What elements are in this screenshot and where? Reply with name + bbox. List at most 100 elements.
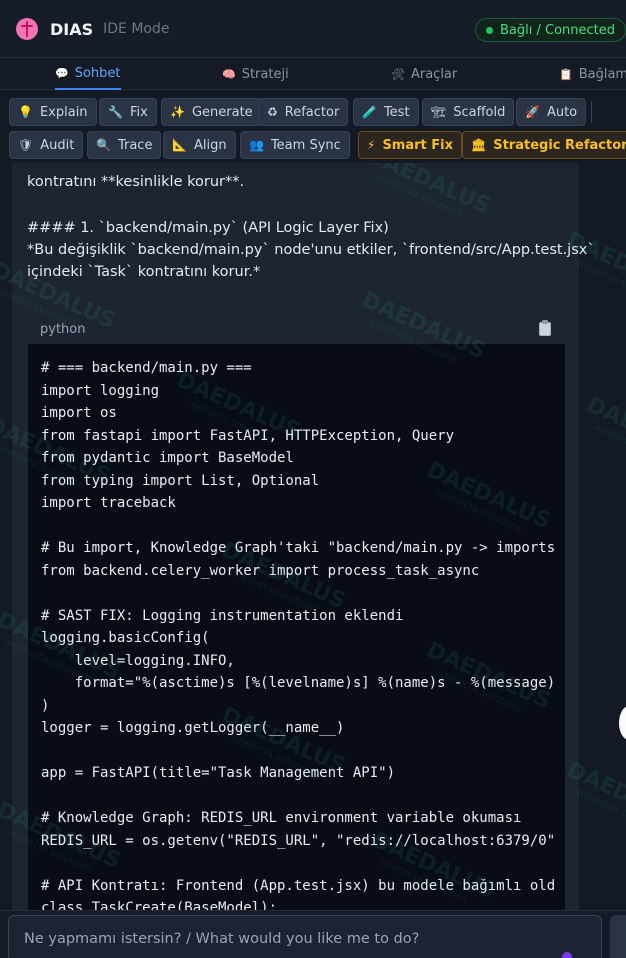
code-line: REDIS_URL = os.getenv("REDIS_URL", "redi… bbox=[41, 832, 556, 849]
scaffold-button[interactable]: 🏗 Scaffold bbox=[422, 98, 515, 126]
smart-fix-button[interactable]: ⚡ Smart Fix bbox=[358, 131, 462, 159]
code-block-header: python bbox=[28, 320, 565, 344]
button-label: Refactor bbox=[284, 104, 340, 120]
app-title: DIAS bbox=[50, 19, 94, 39]
composer bbox=[0, 910, 626, 958]
button-label: Fix bbox=[129, 104, 148, 120]
message-heading: #### 1. `backend/main.py` (API Logic Lay… bbox=[27, 220, 389, 236]
button-label: Generate bbox=[191, 104, 253, 120]
code-line: import os bbox=[41, 405, 117, 421]
chat-bubble-icon: 💬 bbox=[55, 66, 69, 80]
tab-label: Strateji bbox=[241, 66, 289, 82]
button-label: Auto bbox=[546, 104, 578, 120]
test-button[interactable]: 🧪 Test bbox=[353, 98, 419, 126]
code-line: from pydantic import BaseModel bbox=[41, 450, 294, 466]
watermark-sub: intellecta.solutions bbox=[573, 786, 626, 836]
code-line: from typing import List, Optional bbox=[41, 472, 320, 489]
code-line: level=logging.INFO, bbox=[41, 652, 235, 669]
strategic-refactor-button[interactable]: 🏛 Strategic Refactor bbox=[462, 131, 626, 159]
status-dot-icon bbox=[485, 26, 493, 34]
code-line: logger = logging.getLogger(__name__) bbox=[41, 720, 345, 736]
code-language-label: python bbox=[40, 322, 86, 337]
code-line: from fastapi import FastAPI, HTTPExcepti… bbox=[41, 427, 455, 444]
code-line: app = FastAPI(title="Task Management API… bbox=[41, 765, 396, 781]
code-line: from backend.celery_worker import proces… bbox=[41, 562, 480, 579]
audit-button[interactable]: 🛡 Audit bbox=[9, 131, 84, 159]
tab-label: Bağlam bbox=[578, 66, 626, 82]
chat-area[interactable]: kontratını **kesinlikle korur**. #### 1.… bbox=[0, 163, 626, 910]
tab-strateji[interactable]: 🧠 Strateji bbox=[222, 58, 289, 90]
team-sync-button[interactable]: 👥 Team Sync bbox=[240, 131, 350, 159]
tools-icon: 🛠 bbox=[391, 67, 405, 81]
lightning-icon: ⚡ bbox=[367, 138, 376, 152]
code-line: # Bu import, Knowledge Graph'taki "backe… bbox=[41, 540, 556, 556]
brain-icon bbox=[16, 18, 38, 40]
code-line: # SAST FIX: Logging instrumentation ekle… bbox=[41, 607, 404, 624]
recording-indicator-icon bbox=[562, 952, 572, 958]
button-label: Scaffold bbox=[453, 104, 506, 120]
lightbulb-icon: 💡 bbox=[18, 105, 33, 119]
code-line: # Knowledge Graph: REDIS_URL environment… bbox=[41, 810, 522, 826]
message-text-line: *Bu değişiklik `backend/main.py` node'un… bbox=[27, 242, 595, 258]
tab-baglam[interactable]: 📋 Bağlam bbox=[559, 58, 626, 90]
status-label: Bağlı / Connected bbox=[499, 22, 615, 38]
toolbar-divider bbox=[591, 101, 592, 123]
action-toolbar: 💡 Explain 🔧 Fix ✨ Generate ♻ Refactor 🧪 Test … bbox=[0, 91, 626, 163]
trace-button[interactable]: 🔍 Trace bbox=[87, 131, 162, 159]
code-line: # === backend/main.py === bbox=[41, 360, 252, 376]
code-line: ) bbox=[41, 697, 50, 714]
sparkles-icon: ✨ bbox=[170, 105, 185, 119]
button-label: Audit bbox=[40, 137, 75, 153]
test-tube-icon: 🧪 bbox=[362, 105, 377, 119]
recycle-icon: ♻ bbox=[267, 105, 278, 119]
clipboard-icon[interactable] bbox=[539, 320, 551, 336]
watermark-sub: intellecta.solutions bbox=[573, 256, 626, 306]
button-label: Test bbox=[383, 104, 410, 120]
refactor-button[interactable]: ♻ Refactor bbox=[258, 98, 349, 126]
align-button[interactable]: 📐 Align bbox=[163, 131, 236, 159]
connection-status-badge: Bağlı / Connected bbox=[474, 18, 626, 42]
code-line: format="%(asctime)s [%(levelname)s] %(na… bbox=[41, 675, 556, 691]
send-button[interactable] bbox=[610, 915, 626, 958]
button-label: Explain bbox=[39, 104, 88, 120]
tab-label: Sohbet bbox=[74, 65, 121, 81]
fix-button[interactable]: 🔧 Fix bbox=[99, 98, 157, 126]
auto-button[interactable]: 🚀 Auto bbox=[516, 98, 587, 126]
code-line: # API Kontratı: Frontend (App.test.jsx) … bbox=[41, 877, 556, 894]
rocket-icon: 🚀 bbox=[525, 105, 540, 119]
generate-button[interactable]: ✨ Generate bbox=[161, 98, 262, 126]
tab-sohbet[interactable]: 💬 Sohbet bbox=[55, 58, 121, 90]
brain-icon: 🧠 bbox=[222, 67, 236, 81]
button-label: Align bbox=[193, 137, 227, 153]
chat-input[interactable] bbox=[8, 915, 602, 958]
team-icon: 👥 bbox=[249, 138, 264, 152]
watermark: DAEDALUSintellecta.solutions bbox=[578, 393, 626, 480]
brand: DIAS IDE Mode bbox=[16, 18, 170, 40]
toolbar-divider bbox=[349, 134, 350, 156]
tab-bar: 💬 Sohbet 🧠 Strateji 🛠 Araçlar 📋 Bağlam bbox=[0, 58, 626, 90]
button-label: Trace bbox=[117, 137, 153, 153]
app-mode: IDE Mode bbox=[103, 21, 170, 37]
shield-icon: 🛡 bbox=[18, 138, 34, 152]
code-line: class TaskCreate(BaseModel): bbox=[41, 900, 278, 910]
button-label: Smart Fix bbox=[382, 137, 453, 153]
wrench-icon: 🔧 bbox=[108, 105, 123, 119]
app-header: DIAS IDE Mode Bağlı / Connected bbox=[0, 0, 626, 58]
clipboard-icon: 📋 bbox=[559, 67, 573, 81]
code-block: # === backend/main.py === import logging i… bbox=[28, 344, 565, 910]
tab-label: Araçlar bbox=[410, 66, 458, 82]
watermark-brand: DAEDALUS bbox=[582, 392, 626, 470]
classical-building-icon: 🏛 bbox=[471, 138, 487, 152]
watermark-sub: intellecta.solutions bbox=[593, 421, 626, 471]
message-text-line: kontratını **kesinlikle korur**. bbox=[27, 174, 245, 190]
code-line: import traceback bbox=[41, 495, 176, 511]
magnifier-icon: 🔍 bbox=[96, 138, 111, 152]
button-label: Strategic Refactor bbox=[493, 137, 626, 153]
explain-button[interactable]: 💡 Explain bbox=[9, 98, 97, 126]
tab-araclar[interactable]: 🛠 Araçlar bbox=[391, 58, 457, 90]
